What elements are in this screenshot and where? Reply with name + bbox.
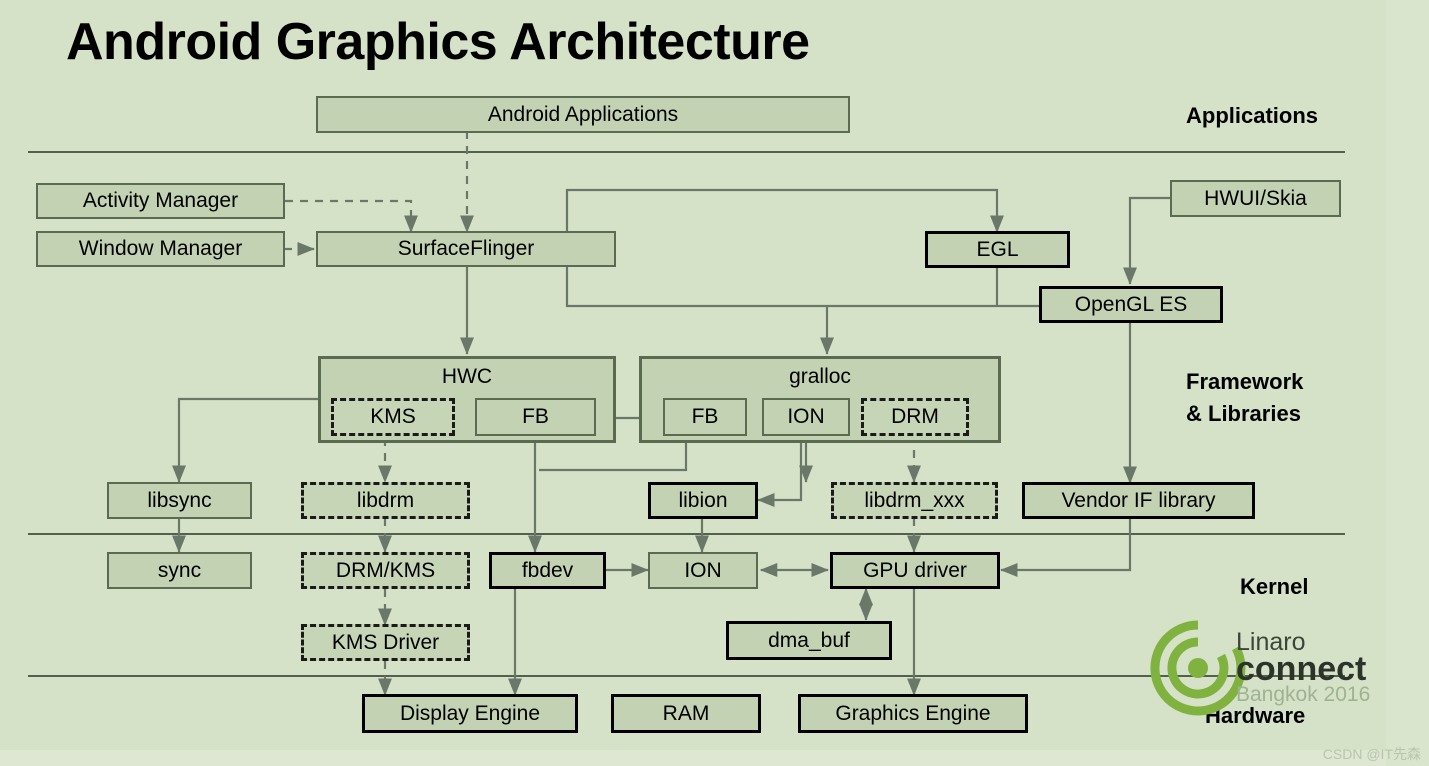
page-title: Android Graphics Architecture xyxy=(66,13,810,71)
slide-bottom-margin xyxy=(0,750,1386,766)
node-libsync[interactable]: libsync xyxy=(107,482,252,519)
node-kms-driver[interactable]: KMS Driver xyxy=(301,624,470,661)
node-opengl-es[interactable]: OpenGL ES xyxy=(1039,286,1223,323)
node-hwc-fb[interactable]: FB xyxy=(475,398,596,436)
node-egl[interactable]: EGL xyxy=(925,231,1070,268)
node-hwc-kms[interactable]: KMS xyxy=(331,398,455,436)
slide-canvas: Android Graphics Architecture Android Ap… xyxy=(0,0,1429,766)
node-gralloc-ion[interactable]: ION xyxy=(762,398,850,436)
node-surfaceflinger[interactable]: SurfaceFlinger xyxy=(316,231,616,267)
layer-label-framework: Framework & Libraries xyxy=(1186,369,1304,426)
node-libion[interactable]: libion xyxy=(648,482,758,519)
node-libdrm[interactable]: libdrm xyxy=(301,482,470,519)
linaro-line-2: connect xyxy=(1236,650,1367,688)
node-gralloc-label: gralloc xyxy=(789,365,851,388)
node-graphics-engine[interactable]: Graphics Engine xyxy=(798,694,1028,733)
node-ion[interactable]: ION xyxy=(648,552,758,589)
node-hwc-label: HWC xyxy=(441,365,493,388)
node-drm-kms[interactable]: DRM/KMS xyxy=(301,552,470,589)
node-sync[interactable]: sync xyxy=(107,552,252,589)
node-activity-manager[interactable]: Activity Manager xyxy=(36,183,285,219)
node-ram[interactable]: RAM xyxy=(611,694,761,733)
node-dma-buf[interactable]: dma_buf xyxy=(726,621,892,660)
node-android-applications[interactable]: Android Applications xyxy=(316,96,850,133)
node-gpu-driver[interactable]: GPU driver xyxy=(830,552,1000,589)
node-gralloc-fb[interactable]: FB xyxy=(663,398,747,436)
watermark-text: CSDN @IT先森 xyxy=(1322,746,1421,762)
slide-right-margin xyxy=(1386,0,1429,766)
linaro-line-3: Bangkok 2016 xyxy=(1236,683,1371,706)
node-libdrm-xxx[interactable]: libdrm_xxx xyxy=(831,482,998,519)
node-fbdev[interactable]: fbdev xyxy=(489,552,606,589)
linaro-wordmark: Linaro connect Bangkok 2016 xyxy=(1236,630,1371,706)
linaro-logo-icon xyxy=(1150,620,1246,716)
node-gralloc-drm[interactable]: DRM xyxy=(861,398,969,436)
node-vendor-if-library[interactable]: Vendor IF library xyxy=(1022,482,1255,519)
node-window-manager[interactable]: Window Manager xyxy=(36,231,285,267)
layer-label-kernel: Kernel xyxy=(1240,574,1309,599)
layer-label-applications: Applications xyxy=(1186,103,1319,128)
node-hwui-skia[interactable]: HWUI/Skia xyxy=(1170,180,1341,217)
node-display-engine[interactable]: Display Engine xyxy=(362,694,578,733)
